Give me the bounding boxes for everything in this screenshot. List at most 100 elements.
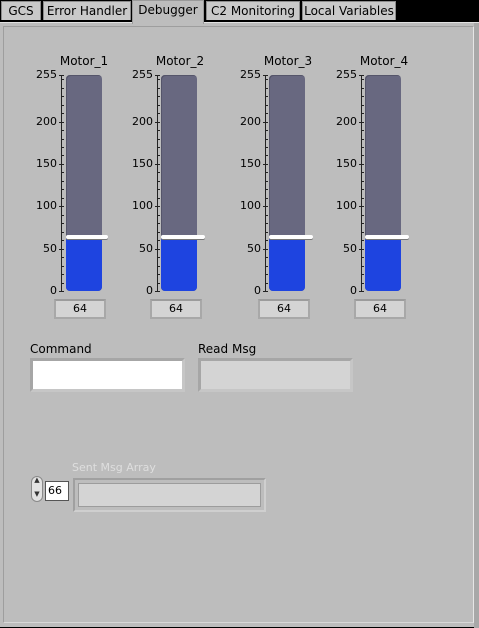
scale-tick (361, 223, 364, 224)
scale-tick (157, 215, 160, 216)
motor-value-readout[interactable]: 64 (150, 299, 202, 319)
scale-tick (61, 79, 64, 80)
sent-msg-array (73, 478, 266, 512)
scale-tick (61, 198, 64, 199)
scale-line (157, 75, 158, 291)
scale-tick (61, 147, 64, 148)
scale-tick (157, 79, 160, 80)
scale-tick (265, 223, 268, 224)
scale-tick (157, 181, 160, 182)
scale-tick-label: 0 (50, 284, 57, 297)
scale-tick (265, 240, 268, 241)
sent-msg-array-element[interactable] (78, 483, 261, 507)
scale-tick (61, 155, 64, 156)
motor-slider-track[interactable] (269, 75, 305, 291)
scale-tick (61, 113, 64, 114)
scale-major-tick (59, 122, 64, 123)
scale-tick (265, 96, 268, 97)
scale-tick-label: 0 (254, 284, 261, 297)
scale-tick-label: 100 (240, 199, 261, 212)
motor-fill (161, 236, 197, 291)
motor-slider-track[interactable] (365, 75, 401, 291)
spinner-down-icon[interactable]: ▼ (34, 490, 39, 498)
scale-tick (61, 240, 64, 241)
scale-tick (61, 215, 64, 216)
motor-label: Motor_1 (59, 54, 109, 68)
scale-tick (157, 113, 160, 114)
scale-major-tick (263, 206, 268, 207)
scale-major-tick (359, 206, 364, 207)
motor-slider-track[interactable] (161, 75, 197, 291)
scale-tick (157, 88, 160, 89)
scale-tick (265, 266, 268, 267)
scale-tick-label: 50 (139, 242, 153, 255)
scale-tick (157, 232, 160, 233)
spinner-up-icon[interactable]: ▲ (34, 476, 39, 484)
scale-tick (157, 155, 160, 156)
motor-slider-handle[interactable] (66, 234, 108, 239)
scale-tick (157, 147, 160, 148)
scale-tick (157, 283, 160, 284)
motor-slider-handle[interactable] (365, 234, 409, 239)
array-index-input[interactable]: 66 (45, 481, 69, 501)
sent-msg-array-label: Sent Msg Array (72, 461, 156, 474)
scale-tick (361, 155, 364, 156)
scale-tick-label: 50 (247, 242, 261, 255)
scale-tick (61, 223, 64, 224)
motor-slider-handle[interactable] (269, 234, 313, 239)
tab-c2-monitoring[interactable]: C2 Monitoring (206, 1, 300, 20)
scale-tick-label: 0 (146, 284, 153, 297)
scale-tick (265, 155, 268, 156)
scale-tick-label: 100 (36, 199, 57, 212)
command-label: Command (30, 342, 92, 356)
tab-local-variables[interactable]: Local Variables (302, 1, 396, 20)
scale-tick-label: 150 (240, 157, 261, 170)
motor-value-readout[interactable]: 64 (354, 299, 406, 319)
command-input[interactable] (30, 358, 185, 392)
scale-tick-label: 200 (336, 115, 357, 128)
scale-tick (61, 105, 64, 106)
motor-slider-track[interactable] (66, 75, 102, 291)
scale-tick-label: 100 (132, 199, 153, 212)
scale-tick (361, 96, 364, 97)
scale-tick (61, 283, 64, 284)
scale-major-tick (59, 164, 64, 165)
scale-major-tick (155, 291, 160, 292)
panel-edge (474, 23, 479, 628)
scale-tick (265, 79, 268, 80)
scale-major-tick (59, 249, 64, 250)
motor-fill (269, 236, 305, 291)
scale-major-tick (155, 249, 160, 250)
scale-tick (61, 130, 64, 131)
tab-error-handler[interactable]: Error Handler (43, 1, 131, 20)
motor-slider-handle[interactable] (161, 234, 205, 239)
scale-tick (265, 105, 268, 106)
scale-tick-label: 50 (43, 242, 57, 255)
scale-major-tick (59, 75, 64, 76)
scale-major-tick (263, 75, 268, 76)
motor-fill (66, 236, 102, 291)
scale-tick (157, 266, 160, 267)
array-index-spinner[interactable]: ▲ ▼ (31, 476, 43, 502)
scale-major-tick (155, 206, 160, 207)
scale-tick (157, 139, 160, 140)
scale-tick (361, 274, 364, 275)
scale-tick (361, 266, 364, 267)
scale-tick (361, 181, 364, 182)
scale-tick (361, 232, 364, 233)
scale-tick (157, 198, 160, 199)
motor-value-readout[interactable]: 64 (54, 299, 106, 319)
scale-tick-label: 200 (240, 115, 261, 128)
window: GCS Error Handler Debugger C2 Monitoring… (0, 0, 479, 628)
debugger-panel: Motor_1 64 255 200 150 100 50 0 Motor_2 64 25… (0, 22, 479, 628)
scale-tick (361, 283, 364, 284)
scale-tick-label: 50 (343, 242, 357, 255)
scale-major-tick (263, 249, 268, 250)
tab-gcs[interactable]: GCS (1, 1, 41, 20)
scale-tick (61, 189, 64, 190)
scale-tick (361, 139, 364, 140)
scale-major-tick (359, 164, 364, 165)
motor-value-readout[interactable]: 64 (258, 299, 310, 319)
scale-line (361, 75, 362, 291)
tab-debugger[interactable]: Debugger (132, 0, 204, 24)
